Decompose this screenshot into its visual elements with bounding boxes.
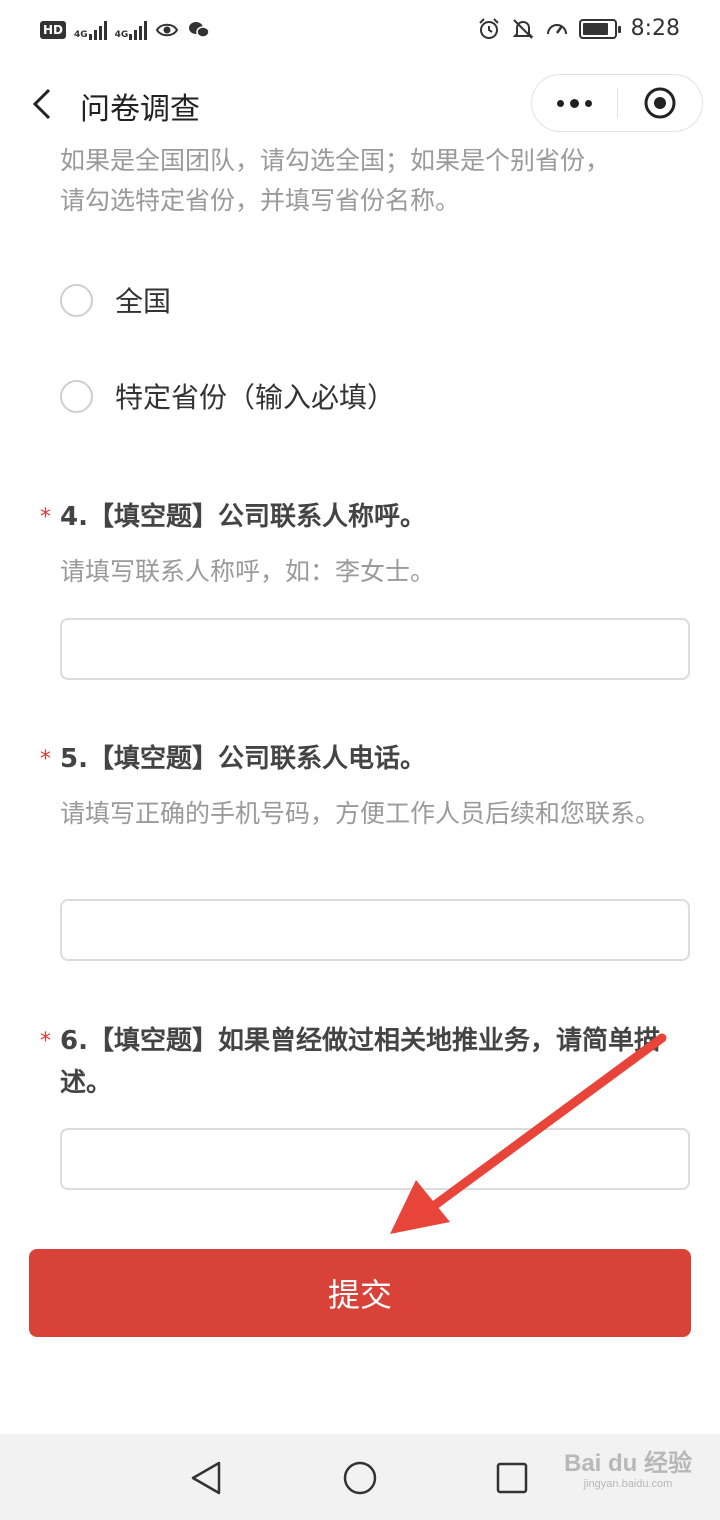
status-time: 8:28: [630, 16, 680, 41]
q4-hint: 请填写联系人称呼，如：李女士。: [60, 557, 436, 586]
status-right: 8:28: [477, 16, 680, 41]
signal-4g-2: 4G: [115, 20, 148, 40]
required-mark: *: [40, 1029, 51, 1054]
radio-label: 特定省份（输入必填）: [115, 381, 396, 414]
signal-4g-1: 4G: [74, 20, 107, 40]
more-dot-icon: [570, 98, 579, 108]
baidu-watermark: Bai du 经验 jingyan.baidu.com: [563, 1450, 692, 1490]
radio-label: 全国: [115, 285, 172, 318]
mini-program-capsule: [531, 74, 703, 132]
radio-circle[interactable]: [60, 379, 93, 413]
q5-title: 5.【填空题】公司联系人电话。: [60, 744, 426, 774]
square-recents-icon: [496, 1462, 528, 1494]
q4-question: * 4.【填空题】公司联系人称呼。: [40, 496, 680, 540]
signal-bars-icon: [88, 20, 107, 40]
triangle-back-icon: [191, 1461, 221, 1495]
radio-option-national[interactable]: 全国: [60, 280, 171, 320]
close-mini-program-button[interactable]: [618, 75, 702, 131]
radio-circle[interactable]: [60, 283, 93, 317]
speed-icon: [546, 23, 567, 34]
radio-option-province[interactable]: 特定省份（输入必填）: [60, 376, 395, 416]
more-dot-icon: [557, 99, 564, 107]
chevron-left-icon: [32, 88, 51, 120]
eye-icon: [156, 23, 179, 37]
circle-home-icon: [343, 1461, 377, 1495]
hd-badge: HD: [40, 21, 67, 39]
back-button[interactable]: [22, 82, 62, 126]
system-back-button[interactable]: [184, 1456, 228, 1500]
status-left: HD 4G 4G: [40, 18, 211, 42]
system-home-button[interactable]: [338, 1456, 382, 1500]
experience-description-input[interactable]: [60, 1128, 690, 1190]
q5-hint: 请填写正确的手机号码，方便工作人员后续和您联系。: [60, 799, 661, 828]
more-dot-icon: [585, 99, 592, 107]
nav-bar: 问卷调查: [0, 62, 720, 144]
signal-bars-icon: [129, 20, 148, 40]
alarm-icon: [478, 17, 499, 39]
q4-title: 4.【填空题】公司联系人称呼。: [60, 502, 426, 532]
page-title: 问卷调查: [80, 92, 200, 127]
system-nav-bar: Bai du 经验 jingyan.baidu.com: [0, 1434, 720, 1520]
q6-title: 6.【填空题】如果曾经做过相关地推业务，请简单描述。: [60, 1026, 660, 1098]
status-bar: HD 4G 4G 8:28: [0, 0, 720, 62]
q3-hint: 如果是全国团队，请勾选全国；如果是个别省份， 请勾选特定省份，并填写省份名称。: [60, 146, 611, 215]
required-mark: *: [40, 747, 51, 772]
required-mark: *: [40, 505, 51, 530]
target-close-icon: [644, 87, 676, 119]
contact-phone-input[interactable]: [60, 899, 690, 961]
wechat-icon: [189, 22, 211, 38]
mute-bell-icon: [512, 18, 534, 39]
q5-question: * 5.【填空题】公司联系人电话。: [40, 738, 680, 782]
contact-name-input[interactable]: [60, 618, 690, 680]
system-recents-button[interactable]: [490, 1456, 534, 1500]
battery-icon: [578, 18, 621, 39]
submit-button[interactable]: 提交: [29, 1249, 691, 1337]
q6-question: * 6.【填空题】如果曾经做过相关地推业务，请简单描述。: [40, 1020, 680, 1104]
more-button[interactable]: [532, 75, 617, 131]
